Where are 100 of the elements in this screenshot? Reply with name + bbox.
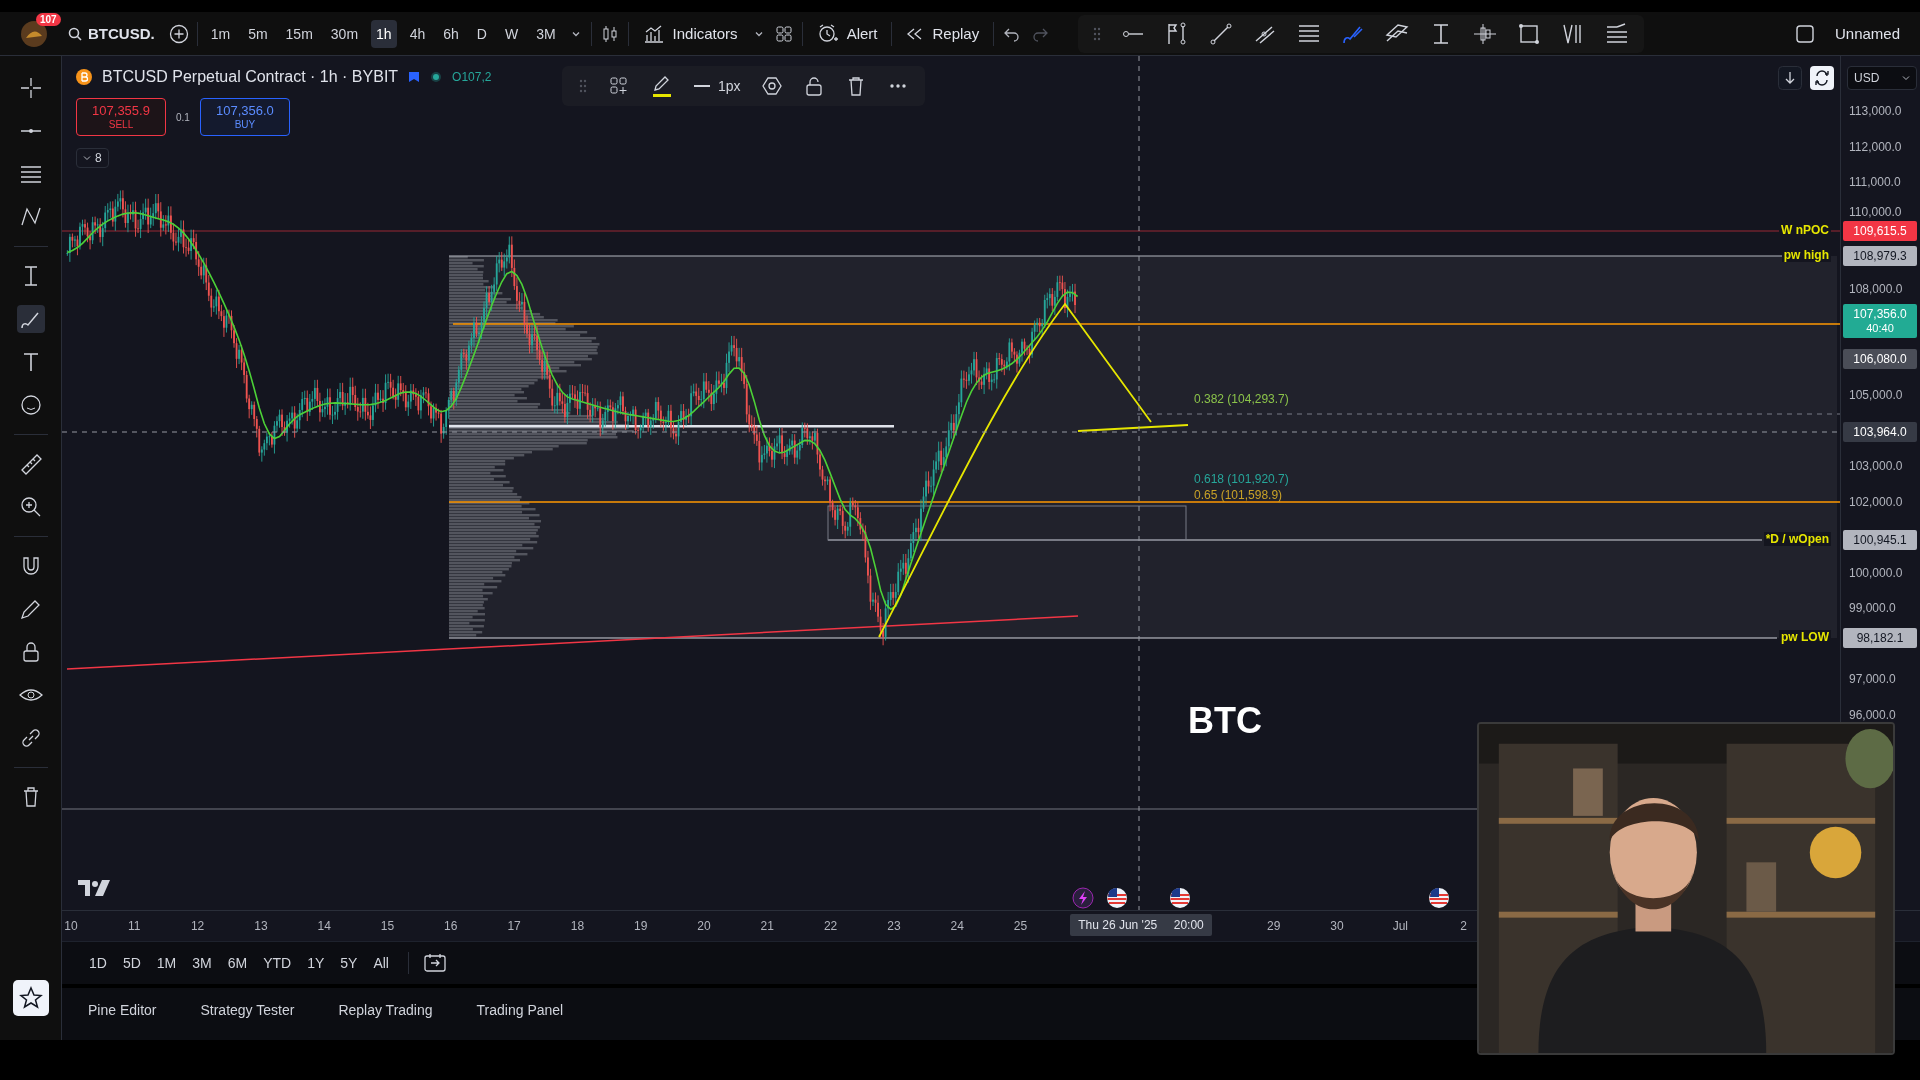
- interval-button[interactable]: 30m: [325, 19, 364, 48]
- interval-button[interactable]: 1m: [205, 19, 236, 48]
- price-tag: 103,964.0: [1843, 422, 1917, 442]
- alarm-clock-icon: [816, 22, 839, 45]
- level-label: pw high: [1781, 248, 1831, 262]
- interval-button[interactable]: D: [471, 19, 492, 48]
- buy-button[interactable]: 107,356.0 BUY: [199, 98, 290, 136]
- interval-button[interactable]: 1h: [371, 19, 397, 48]
- scroll-down-icon[interactable]: [1778, 66, 1802, 90]
- price-tag: 98,182.1: [1843, 628, 1917, 648]
- search-icon: [68, 26, 82, 41]
- time-label: 13: [253, 919, 269, 933]
- lightning-icon[interactable]: [1072, 887, 1094, 909]
- checkbox-icon[interactable]: [1794, 23, 1815, 44]
- time-label: 15: [379, 919, 396, 933]
- settings-icon[interactable]: [760, 75, 783, 97]
- drag-handle-icon[interactable]: [578, 78, 588, 94]
- price-tag: 109,615.5: [1843, 221, 1917, 241]
- time-label: 29: [1266, 919, 1282, 933]
- trend-line-icon[interactable]: [1208, 20, 1235, 47]
- interval-button[interactable]: 15m: [280, 19, 318, 48]
- price-tick: 112,000.0: [1849, 139, 1902, 154]
- time-label: 20: [696, 919, 712, 933]
- interval-button[interactable]: 6h: [438, 19, 464, 48]
- add-symbol-icon[interactable]: [168, 23, 189, 44]
- time-label: 14: [316, 919, 332, 933]
- sell-button[interactable]: 107,355.9 SELL: [76, 98, 166, 136]
- price-tick: 111,000.0: [1849, 175, 1901, 189]
- panel-tab[interactable]: Pine Editor: [84, 996, 161, 1024]
- brush-icon[interactable]: [16, 305, 45, 333]
- price-tick: 103,000.0: [1849, 459, 1903, 473]
- time-label: 10: [63, 919, 79, 933]
- interval-button[interactable]: 4h: [404, 19, 431, 48]
- panel-tab[interactable]: Trading Panel: [472, 996, 568, 1024]
- status-dot-icon: [430, 71, 443, 83]
- range-button[interactable]: 6M: [222, 951, 253, 975]
- range-button[interactable]: YTD: [258, 951, 297, 975]
- pencil-color-icon[interactable]: [650, 74, 674, 98]
- range-button[interactable]: All: [368, 951, 394, 975]
- chart-note: BTC: [1188, 700, 1262, 742]
- interval-button[interactable]: 3M: [531, 19, 561, 48]
- replay-button[interactable]: Replay: [900, 19, 986, 48]
- range-button[interactable]: 5Y: [335, 951, 363, 975]
- level-label: pw LOW: [1779, 630, 1831, 644]
- indicators-toggle[interactable]: 8: [76, 148, 109, 168]
- price-tick: 105,000.0: [1849, 388, 1903, 402]
- range-button[interactable]: 5D: [117, 951, 146, 975]
- layout-name-button[interactable]: Unnamed: [1828, 19, 1906, 48]
- price-tag: 106,080.0: [1843, 349, 1917, 369]
- bitcoin-icon: [76, 69, 92, 85]
- time-label: Jul: [1391, 919, 1409, 933]
- indicators-button[interactable]: Indicators: [636, 17, 744, 50]
- fib-label: 0.618 (101,920.7): [1194, 472, 1289, 486]
- price-tick: 100,000.0: [1849, 565, 1903, 580]
- chevron-down-icon: [83, 154, 91, 162]
- price-tick: 102,000.0: [1849, 494, 1903, 509]
- time-label: 11: [127, 919, 142, 933]
- open-price: O107,2: [452, 70, 492, 84]
- range-button[interactable]: 1D: [84, 951, 112, 975]
- drag-handle-icon[interactable]: [1092, 25, 1103, 42]
- panel-tab[interactable]: Replay Trading: [334, 996, 437, 1024]
- notification-badge: 107: [36, 12, 61, 26]
- fib-label: 0.65 (101,598.9): [1194, 488, 1283, 502]
- grid-icon[interactable]: [773, 23, 794, 44]
- level-label: W nPOC: [1779, 223, 1831, 237]
- price-tick: 108,000.0: [1849, 281, 1903, 296]
- price-tag: 100,945.1: [1843, 530, 1917, 550]
- time-label: 19: [633, 919, 649, 933]
- flag-icon[interactable]: [1106, 887, 1128, 909]
- time-label: 23: [886, 919, 902, 933]
- template-icon[interactable]: [608, 75, 630, 97]
- time-label: 24: [949, 919, 965, 933]
- line-icon: [694, 85, 710, 87]
- interval-button[interactable]: W: [499, 19, 524, 48]
- currency-dropdown[interactable]: USD: [1847, 66, 1917, 90]
- symbol-search[interactable]: BTCUSD.: [62, 25, 161, 42]
- time-label: 22: [822, 919, 839, 933]
- time-label: 17: [506, 919, 522, 933]
- line-width-button[interactable]: 1px: [694, 78, 741, 94]
- chevron-down-icon: [1902, 74, 1910, 82]
- price-tick: 110,000.0: [1849, 204, 1902, 219]
- date-range-icon[interactable]: [423, 952, 447, 974]
- price-tick: 96,000.0: [1849, 707, 1896, 722]
- alert-button[interactable]: Alert: [810, 16, 884, 51]
- auto-scale-icon[interactable]: [1810, 66, 1834, 90]
- time-label: 12: [189, 919, 206, 933]
- range-button[interactable]: 1M: [151, 951, 182, 975]
- time-label: 2: [1459, 919, 1468, 933]
- panel-tab[interactable]: Strategy Tester: [196, 996, 299, 1024]
- symbol-title[interactable]: BTCUSD Perpetual Contract · 1h · BYBIT: [102, 68, 399, 86]
- flag-icon[interactable]: [1428, 887, 1450, 909]
- range-button[interactable]: 1Y: [302, 951, 330, 975]
- time-label: 18: [569, 919, 586, 933]
- price-tag: 107,356.0 40:40: [1843, 304, 1917, 338]
- price-tick: 99,000.0: [1849, 601, 1896, 615]
- chart-icon: [642, 23, 665, 44]
- interval-button[interactable]: 5m: [243, 19, 273, 48]
- range-button[interactable]: 3M: [187, 951, 217, 975]
- price-tag: 108,979.3: [1843, 246, 1917, 266]
- flag-icon[interactable]: [1169, 887, 1191, 909]
